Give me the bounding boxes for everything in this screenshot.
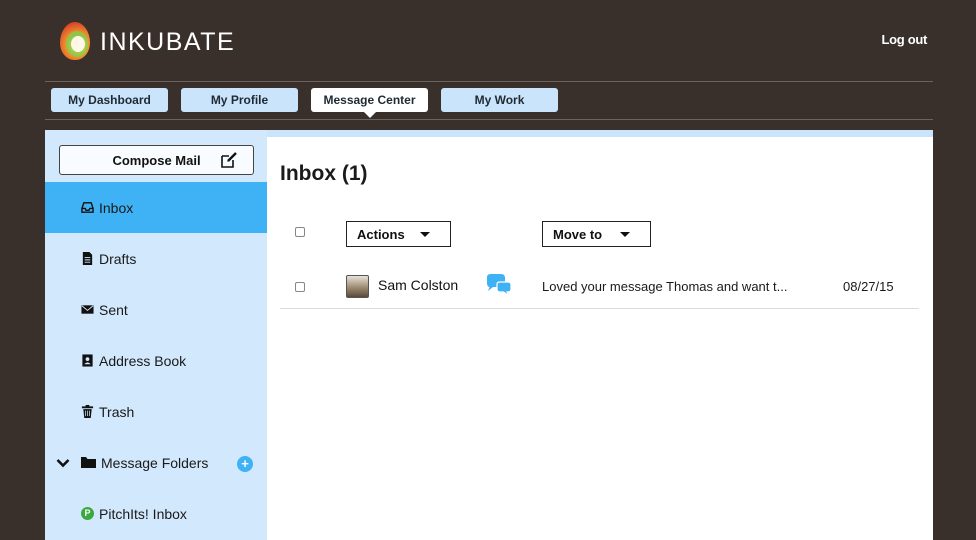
tab-my-profile[interactable]: My Profile xyxy=(181,88,298,112)
document-icon xyxy=(82,252,93,265)
sidebar-item-inbox[interactable]: Inbox xyxy=(45,182,267,233)
actions-dropdown[interactable]: Actions xyxy=(346,221,451,247)
edit-icon xyxy=(221,152,237,168)
add-folder-icon[interactable]: + xyxy=(237,456,253,472)
sidebar-item-label: Drafts xyxy=(99,250,137,267)
envelope-icon xyxy=(81,305,94,314)
inbox-icon xyxy=(81,202,94,213)
sidebar-item-trash[interactable]: Trash xyxy=(45,386,267,437)
compose-mail-button[interactable]: Compose Mail xyxy=(59,145,254,175)
compose-mail-label: Compose Mail xyxy=(112,152,201,168)
sidebar-item-label: Sent xyxy=(99,301,128,318)
brand-name: INKUBATE xyxy=(100,27,236,56)
sidebar-item-label: Inbox xyxy=(99,199,134,216)
header-divider-bottom xyxy=(45,119,933,120)
egg-logo-icon xyxy=(58,22,92,62)
chevron-down-icon[interactable] xyxy=(56,458,70,468)
mail-sidebar: Compose Mail Inbox Drafts Sent Address B… xyxy=(45,130,267,540)
sidebar-item-label: Message Folders xyxy=(101,454,209,471)
message-snippet: Loved your message Thomas and want t... xyxy=(542,279,788,294)
actions-label: Actions xyxy=(357,226,405,242)
avatar xyxy=(346,275,369,298)
sidebar-item-label: Address Book xyxy=(99,352,187,369)
chat-bubbles-icon xyxy=(487,274,512,297)
tab-my-work[interactable]: My Work xyxy=(441,88,558,112)
message-checkbox[interactable] xyxy=(295,282,305,292)
move-to-label: Move to xyxy=(553,226,603,242)
message-date: 08/27/15 xyxy=(843,279,894,294)
content-panel: Compose Mail Inbox Drafts Sent Address B… xyxy=(45,130,933,540)
caret-down-icon xyxy=(420,232,430,237)
sidebar-item-sent[interactable]: Sent xyxy=(45,284,267,335)
main-tabs: My Dashboard My Profile Message Center M… xyxy=(51,88,571,118)
sidebar-item-label: PitchIts! Inbox xyxy=(99,505,187,522)
sidebar-item-drafts[interactable]: Drafts xyxy=(45,233,267,284)
sidebar-item-address-book[interactable]: Address Book xyxy=(45,335,267,386)
pitchits-p-icon: P xyxy=(81,507,94,520)
page-title: Inbox (1) xyxy=(280,162,368,185)
logout-link[interactable]: Log out xyxy=(881,32,927,47)
move-to-dropdown[interactable]: Move to xyxy=(542,221,651,247)
sidebar-item-message-folders[interactable]: Message Folders + xyxy=(45,437,267,488)
caret-down-icon xyxy=(620,232,630,237)
sidebar-item-label: Trash xyxy=(99,403,135,420)
folder-icon xyxy=(81,457,96,468)
header-divider-top xyxy=(45,81,933,82)
tab-my-dashboard[interactable]: My Dashboard xyxy=(51,88,168,112)
trash-icon xyxy=(81,405,94,418)
sidebar-item-pitchits-inbox[interactable]: P PitchIts! Inbox xyxy=(45,488,267,539)
select-all-checkbox[interactable] xyxy=(295,227,305,237)
message-sender: Sam Colston xyxy=(378,277,459,293)
tab-message-center[interactable]: Message Center xyxy=(311,88,428,118)
brand-logo[interactable]: INKUBATE xyxy=(58,22,235,62)
address-book-icon xyxy=(82,354,93,367)
message-row[interactable]: Sam Colston Loved your message Thomas an… xyxy=(280,265,919,309)
